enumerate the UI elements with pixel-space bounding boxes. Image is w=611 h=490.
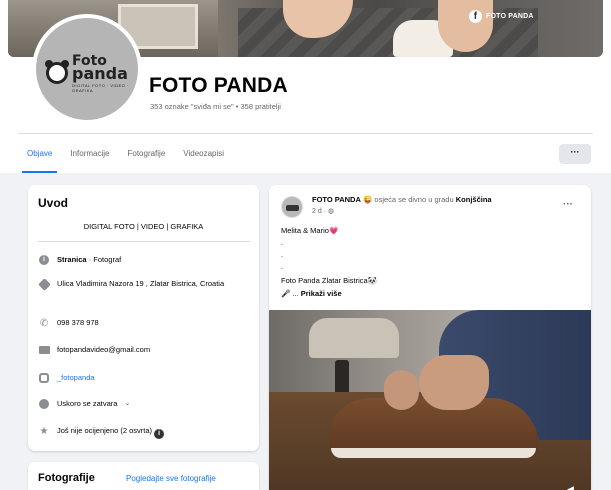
page-header: f FOTO PANDA Foto panda DIGITAL FOTO · V… xyxy=(0,0,611,173)
page-stats: 353 oznake "sviđa mi se" • 358 pratitelj… xyxy=(150,102,281,111)
address-row: Ulica Vladimira Nazora 19 , Zlatar Bistr… xyxy=(37,277,250,291)
instagram-icon xyxy=(38,372,50,384)
rating-row: ★ Još nije ocijenjeno (2 osvrta) i xyxy=(38,425,250,439)
photos-heading: Fotografije xyxy=(38,472,95,484)
panda-icon xyxy=(45,60,69,84)
chevron-down-icon: ⌄ xyxy=(124,400,131,407)
info-icon[interactable]: i xyxy=(154,429,165,439)
star-icon: ★ xyxy=(39,425,49,437)
post-card: FOTO PANDA 😜 osjeća se divno u gradu Kon… xyxy=(269,185,591,490)
more-button[interactable]: ··· xyxy=(559,144,591,164)
post-timestamp[interactable]: 2 d · ◍ xyxy=(312,207,334,215)
post-video[interactable]: ◀ xyxy=(269,310,591,490)
tab-videozapisi[interactable]: Videozapisi xyxy=(174,134,233,173)
clock-icon xyxy=(38,398,50,410)
facebook-icon: f xyxy=(469,10,482,23)
read-more[interactable]: 🎤 ... Prikaži više xyxy=(281,289,342,299)
cover-badge: f FOTO PANDA xyxy=(469,10,534,23)
logo: Foto panda DIGITAL FOTO · VIDEO · GRAFIK… xyxy=(44,54,134,96)
tab-fotografije[interactable]: Fotografije xyxy=(118,134,174,173)
emoji-icon: 😜 xyxy=(362,195,373,204)
profile-avatar[interactable]: Foto panda DIGITAL FOTO · VIDEO · GRAFIK… xyxy=(32,14,142,124)
read-more-link[interactable]: Prikaži više xyxy=(301,289,342,298)
tab-bar: Objave Informacije Fotografije Videozapi… xyxy=(18,134,233,173)
intro-heading: Uvod xyxy=(38,196,68,210)
page-title: FOTO PANDA xyxy=(149,74,288,97)
email-row: fotopandavideo@gmail.com xyxy=(38,344,250,356)
phone-icon: ✆ xyxy=(39,317,49,329)
photos-card: Fotografije Pogledajte sve fotografije xyxy=(28,462,259,490)
sound-icon[interactable]: ◀ xyxy=(567,484,577,490)
hours-row[interactable]: Uskoro se zatvara ⌄ xyxy=(38,398,250,410)
address-text[interactable]: Ulica Vladimira Nazora 19 , Zlatar Bistr… xyxy=(57,278,224,289)
location-icon xyxy=(37,277,51,291)
post-text-line: Foto Panda Zlatar Bistrica🐼 xyxy=(281,276,378,285)
post-text-dot: . xyxy=(281,238,284,247)
post-text-dot: . xyxy=(281,250,284,259)
post-activity: osjeća se divno u gradu xyxy=(374,195,456,204)
category-row: i Stranica · Fotograf xyxy=(38,254,250,266)
post-header: FOTO PANDA 😜 osjeća se divno u gradu Kon… xyxy=(312,195,572,205)
tab-objave[interactable]: Objave xyxy=(18,134,61,173)
divider xyxy=(38,241,250,242)
phone-row: ✆ 098 378 978 xyxy=(38,317,250,329)
post-place[interactable]: Konjščina xyxy=(456,195,492,204)
see-all-photos-link[interactable]: Pogledajte sve fotografije xyxy=(126,474,216,483)
cover-badge-text: FOTO PANDA xyxy=(486,13,534,20)
post-avatar[interactable] xyxy=(281,196,303,218)
mail-icon xyxy=(38,344,50,356)
post-text-line: Melita & Mario💗 xyxy=(281,226,339,235)
tab-informacije[interactable]: Informacije xyxy=(61,134,118,173)
instagram-row: _fotopanda xyxy=(38,372,250,384)
post-more-icon[interactable]: ··· xyxy=(563,199,573,210)
phone-text: 098 378 978 xyxy=(57,318,99,327)
intro-card: Uvod DIGITAL FOTO | VIDEO | GRAFIKA i St… xyxy=(28,185,259,451)
hours-text: Uskoro se zatvara xyxy=(57,399,118,408)
info-icon: i xyxy=(38,254,50,266)
heart-icon: 💗 xyxy=(328,226,339,235)
rating-text: Još nije ocijenjeno (2 osvrta) xyxy=(57,426,153,435)
post-text-dot: . xyxy=(281,262,284,271)
email-text[interactable]: fotopandavideo@gmail.com xyxy=(57,344,150,355)
instagram-link[interactable]: _fotopanda xyxy=(57,372,95,383)
intro-bio: DIGITAL FOTO | VIDEO | GRAFIKA xyxy=(83,222,204,231)
post-author-name[interactable]: FOTO PANDA xyxy=(312,195,361,204)
